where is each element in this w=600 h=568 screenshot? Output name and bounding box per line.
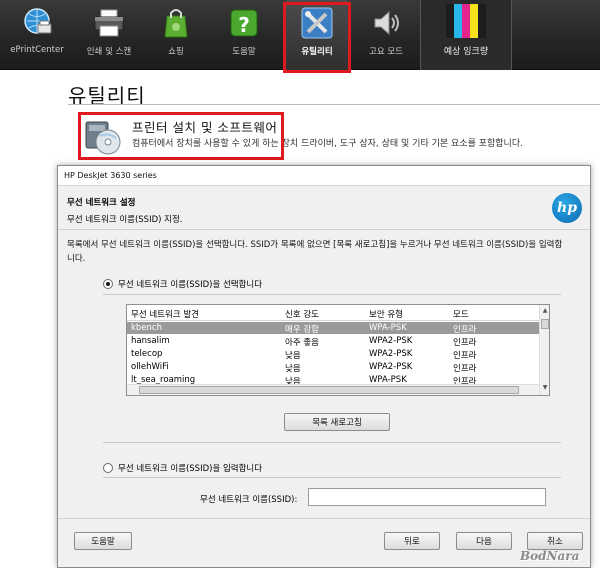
dialog-header: 무선 네트워크 설정 무선 네트워크 이름(SSID) 지정. hp [58,186,590,230]
toolbar-item-print-scan[interactable]: 인쇄 및 스캔 [76,0,142,70]
ssid-field-label: 무선 네트워크 이름(SSID): [200,495,298,505]
cell-signal: 낮음 [285,377,301,384]
top-toolbar: ePrintCenter 인쇄 및 스캔 쇼핑 ? 도움말 유틸리티 고요 모드… [0,0,600,70]
dialog-header-title: 무선 네트워크 설정 [67,198,136,208]
dialog-footer-divider [58,518,590,519]
ink-strip-black [446,4,454,38]
vertical-scrollbar-thumb[interactable] [541,319,549,329]
wireless-setup-dialog: HP DeskJet 3630 series 무선 네트워크 설정 무선 네트워… [57,165,591,568]
cancel-button[interactable]: 취소 [527,532,583,550]
cell-mode: 인프라 [453,351,477,361]
radio-enter-ssid-label: 무선 네트워크 이름(SSID)을 입력합니다 [118,464,263,474]
cell-network: lt_sea_roaming [131,375,196,384]
toolbar-item-quiet-mode[interactable]: 고요 모드 [356,0,416,70]
toolbar-item-label: 도움말 [232,47,256,57]
toolbar-item-label: 유틸리티 [301,47,333,57]
cell-mode: 인프라 [453,338,477,348]
toolbar-item-help[interactable]: ? 도움말 [214,0,274,70]
table-row[interactable]: lt_sea_roaming 낮음 WPA-PSK 인프라 [127,374,539,384]
watermark: BodNara [520,549,580,563]
table-row[interactable]: telecop 낮음 WPA2-PSK 인프라 [127,348,539,361]
group-divider [103,442,561,443]
svg-text:?: ? [238,13,250,37]
toolbar-item-shopping[interactable]: 쇼핑 [148,0,204,70]
toolbar-item-label: ePrintCenter [10,45,64,55]
cell-network: hansalim [131,336,170,346]
network-list[interactable]: 무선 네트워크 발견 신호 강도 보안 유형 모드 kbench 매우 강함 W… [126,304,550,396]
cell-network: telecop [131,349,163,359]
radio-select-ssid-label: 무선 네트워크 이름(SSID)을 선택합니다 [118,280,263,290]
shopping-bag-icon [159,6,193,40]
next-button[interactable]: 다음 [456,532,512,550]
cell-security: WPA2-PSK [369,349,413,359]
speaker-icon [369,6,403,40]
option-name: 프린터 설치 및 소프트웨어 [132,120,278,135]
radio-select-ssid[interactable]: 무선 네트워크 이름(SSID)을 선택합니다 [103,278,262,290]
table-row[interactable]: hansalim 아주 좋음 WPA2-PSK 인프라 [127,335,539,348]
vertical-scrollbar[interactable]: ▲ ▼ [539,305,549,395]
toolbar-item-label: 인쇄 및 스캔 [86,47,132,57]
radio-button-unchecked[interactable] [103,463,113,473]
instruction-text: 목록에서 무선 네트워크 이름(SSID)을 선택합니다. SSID가 목록에 … [67,240,563,264]
column-header-security[interactable]: 보안 유형 [369,308,403,320]
tools-icon [300,6,334,40]
column-header-mode[interactable]: 모드 [453,308,469,320]
toolbar-item-eprintcenter[interactable]: ePrintCenter [4,0,70,70]
column-header-signal[interactable]: 신호 강도 [285,308,319,320]
toolbar-item-label: 쇼핑 [168,47,184,57]
divider [68,104,600,105]
cell-security: WPA2-PSK [369,362,413,372]
help-button[interactable]: 도움말 [74,532,132,550]
ink-strip-black-2 [478,4,486,38]
hp-logo: hp [552,193,582,223]
scroll-down-icon[interactable]: ▼ [541,383,549,393]
table-row[interactable]: kbench 매우 강함 WPA-PSK 인프라 [127,322,539,335]
dialog-header-subtitle: 무선 네트워크 이름(SSID) 지정. [67,215,183,225]
ink-strip-yellow [470,4,478,38]
cd-install-icon [84,116,124,156]
ink-strip-cyan [454,4,462,38]
globe-printer-icon [20,6,54,40]
group-divider [103,477,561,478]
dialog-window-title: HP DeskJet 3630 series [64,171,157,180]
ink-cartridge-icon [446,4,486,38]
printer-icon [92,6,126,40]
cell-mode: 인프라 [453,377,477,384]
network-list-header: 무선 네트워크 발견 신호 강도 보안 유형 모드 [127,305,539,321]
cell-security: WPA-PSK [369,375,407,384]
cell-signal: 매우 강함 [285,325,319,335]
toolbar-item-utilities[interactable]: 유틸리티 [286,0,348,70]
refresh-list-button[interactable]: 목록 새로고침 [284,413,390,431]
scroll-up-icon[interactable]: ▲ [541,306,549,316]
option-printer-setup-software[interactable]: 프린터 설치 및 소프트웨어 컴퓨터에서 장치를 사용할 수 있게 하는 장치 … [80,112,600,158]
cell-signal: 낮음 [285,364,301,374]
cell-signal: 낮음 [285,351,301,361]
toolbar-item-label: 고요 모드 [369,47,403,57]
radio-enter-ssid[interactable]: 무선 네트워크 이름(SSID)을 입력합니다 [103,462,262,474]
cell-mode: 인프라 [453,325,477,335]
cell-security: WPA-PSK [369,323,407,333]
ink-strip-magenta [462,4,470,38]
cell-network: kbench [131,323,162,333]
option-description: 컴퓨터에서 장치를 사용할 수 있게 하는 장치 드라이버, 도구 상자, 상태… [132,139,523,149]
help-icon: ? [227,6,261,40]
group-divider [103,294,561,295]
horizontal-scrollbar[interactable] [127,384,539,395]
cell-mode: 인프라 [453,364,477,374]
ink-level-label: 예상 잉크량 [443,47,489,57]
estimated-ink-levels[interactable]: 예상 잉크량 [420,0,512,70]
back-button[interactable]: 뒤로 [384,532,440,550]
cell-network: ollehWiFi [131,362,169,372]
table-row[interactable]: ollehWiFi 낮음 WPA2-PSK 인프라 [127,361,539,374]
dialog-titlebar: HP DeskJet 3630 series [58,166,590,186]
radio-button-checked[interactable] [103,279,113,289]
column-header-network[interactable]: 무선 네트워크 발견 [131,308,199,320]
ssid-input[interactable] [308,488,546,506]
cell-signal: 아주 좋음 [285,338,319,348]
horizontal-scrollbar-thumb[interactable] [139,386,519,394]
cell-security: WPA2-PSK [369,336,413,346]
